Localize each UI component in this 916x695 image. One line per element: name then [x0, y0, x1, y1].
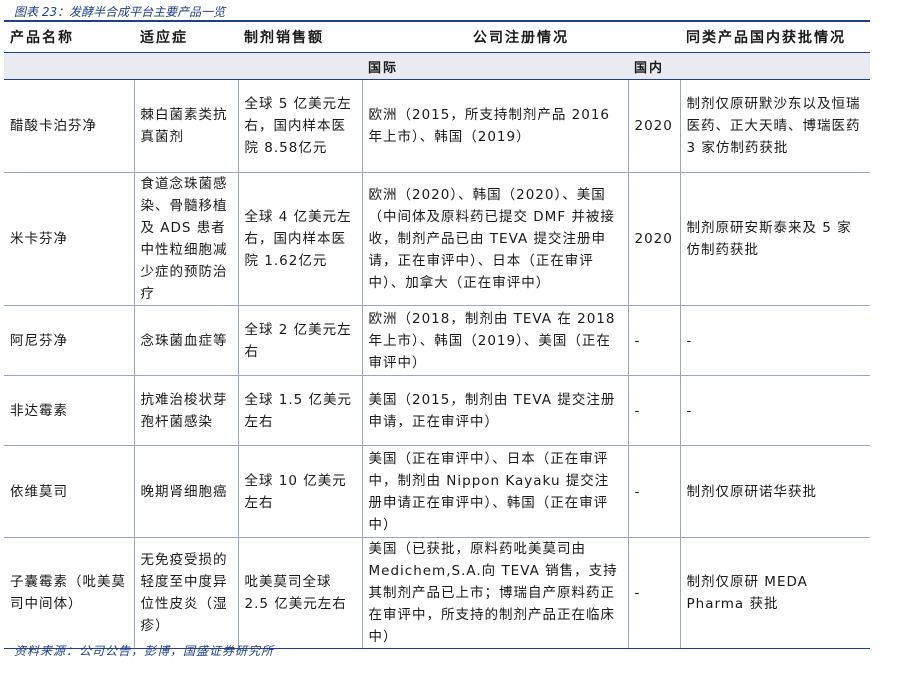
cell-indication: 抗难治梭状芽孢杆菌感染: [133, 375, 238, 446]
table-row: 醋酸卡泊芬净 棘白菌素类抗真菌剂 全球 5 亿美元左右，国内样本医院 8.58亿…: [4, 79, 870, 173]
cell-domestic: -: [627, 445, 680, 538]
figure-caption: 图表 23：发酵半合成平台主要产品一览: [14, 5, 226, 19]
cell-intl: 欧洲（2020）、韩国（2020）、美国（中间体及原料药已提交 DMF 并被接收…: [361, 172, 628, 306]
subheader-intl: 国际: [362, 52, 628, 80]
cell-name: 阿尼芬净: [4, 305, 134, 376]
cell-intl: 美国（正在审评中）、日本（正在审评中，制剂由 Nippon Kayaku 提交注…: [361, 445, 628, 538]
cell-approval: -: [679, 375, 870, 446]
cell-approval: 制剂仅原研诺华获批: [679, 445, 870, 538]
table-row: 米卡芬净 食道念珠菌感染、骨髓移植及 ADS 患者中性粒细胞减少症的预防治疗 全…: [4, 172, 870, 306]
cell-intl: 美国（2015，制剂由 TEVA 提交注册申请，正在审评中）: [361, 375, 628, 446]
header-row: 产品名称 适应症 制剂销售额 公司注册情况 同类产品国内获批情况: [4, 22, 870, 53]
cell-domestic: 2020: [627, 172, 680, 306]
table-row: 阿尼芬净 念珠菌血症等 全球 2 亿美元左右 欧洲（2018，制剂由 TEVA …: [4, 305, 870, 376]
cell-approval: 制剂原研安斯泰来及 5 家仿制药获批: [679, 172, 870, 306]
header-indication: 适应症: [134, 22, 238, 53]
cell-indication: 食道念珠菌感染、骨髓移植及 ADS 患者中性粒细胞减少症的预防治疗: [133, 172, 238, 306]
header-sales: 制剂销售额: [238, 22, 362, 53]
table-row: 子囊霉素（吡美莫司中间体） 无免疫受损的轻度至中度异位性皮炎（湿疹） 吡美莫司全…: [4, 537, 870, 649]
cell-sales: 吡美莫司全球 2.5 亿美元左右: [237, 537, 362, 649]
cell-approval: -: [679, 305, 870, 376]
subheader-row: 国际 国内: [4, 52, 870, 80]
cell-name: 子囊霉素（吡美莫司中间体）: [4, 537, 134, 649]
header-domestic-approval: 同类产品国内获批情况: [680, 22, 870, 53]
cell-sales: 全球 4 亿美元左右，国内样本医院 1.62亿元: [237, 172, 362, 306]
cell-domestic: -: [627, 537, 680, 649]
cell-intl: 欧洲（2018，制剂由 TEVA 在 2018 年上市）、韩国（2019）、美国…: [361, 305, 628, 376]
cell-indication: 念珠菌血症等: [133, 305, 238, 376]
cell-approval: 制剂仅原研 MEDA Pharma 获批: [679, 537, 870, 649]
cell-intl: 美国（已获批，原料药吡美莫司由 Medichem,S.A.向 TEVA 销售，支…: [361, 537, 628, 649]
cell-name: 米卡芬净: [4, 172, 134, 306]
products-table: 产品名称 适应症 制剂销售额 公司注册情况 同类产品国内获批情况 国际 国内 醋…: [4, 22, 870, 649]
cell-domestic: -: [627, 305, 680, 376]
cell-sales: 全球 5 亿美元左右，国内样本医院 8.58亿元: [237, 79, 362, 173]
cell-indication: 无免疫受损的轻度至中度异位性皮炎（湿疹）: [133, 537, 238, 649]
cell-sales: 全球 1.5 亿美元左右: [237, 375, 362, 446]
cell-sales: 全球 10 亿美元左右: [237, 445, 362, 538]
cell-name: 醋酸卡泊芬净: [4, 79, 134, 173]
cell-domestic: -: [627, 375, 680, 446]
cell-sales: 全球 2 亿美元左右: [237, 305, 362, 376]
cell-indication: 棘白菌素类抗真菌剂: [133, 79, 238, 173]
source-note: 资料来源：公司公告，彭博，国盛证券研究所: [14, 644, 275, 658]
cell-name: 依维莫司: [4, 445, 134, 538]
cell-name: 非达霉素: [4, 375, 134, 446]
cell-indication: 晚期肾细胞癌: [133, 445, 238, 538]
subheader-domestic: 国内: [628, 52, 680, 80]
table-row: 依维莫司 晚期肾细胞癌 全球 10 亿美元左右 美国（正在审评中）、日本（正在审…: [4, 445, 870, 538]
table-row: 非达霉素 抗难治梭状芽孢杆菌感染 全球 1.5 亿美元左右 美国（2015，制剂…: [4, 375, 870, 446]
cell-intl: 欧洲（2015，所支持制剂产品 2016 年上市）、韩国（2019）: [361, 79, 628, 173]
header-name: 产品名称: [4, 22, 134, 53]
cell-approval: 制剂仅原研默沙东以及恒瑞医药、正大天晴、博瑞医药 3 家仿制药获批: [679, 79, 870, 173]
header-registration: 公司注册情况: [362, 22, 680, 53]
cell-domestic: 2020: [627, 79, 680, 173]
